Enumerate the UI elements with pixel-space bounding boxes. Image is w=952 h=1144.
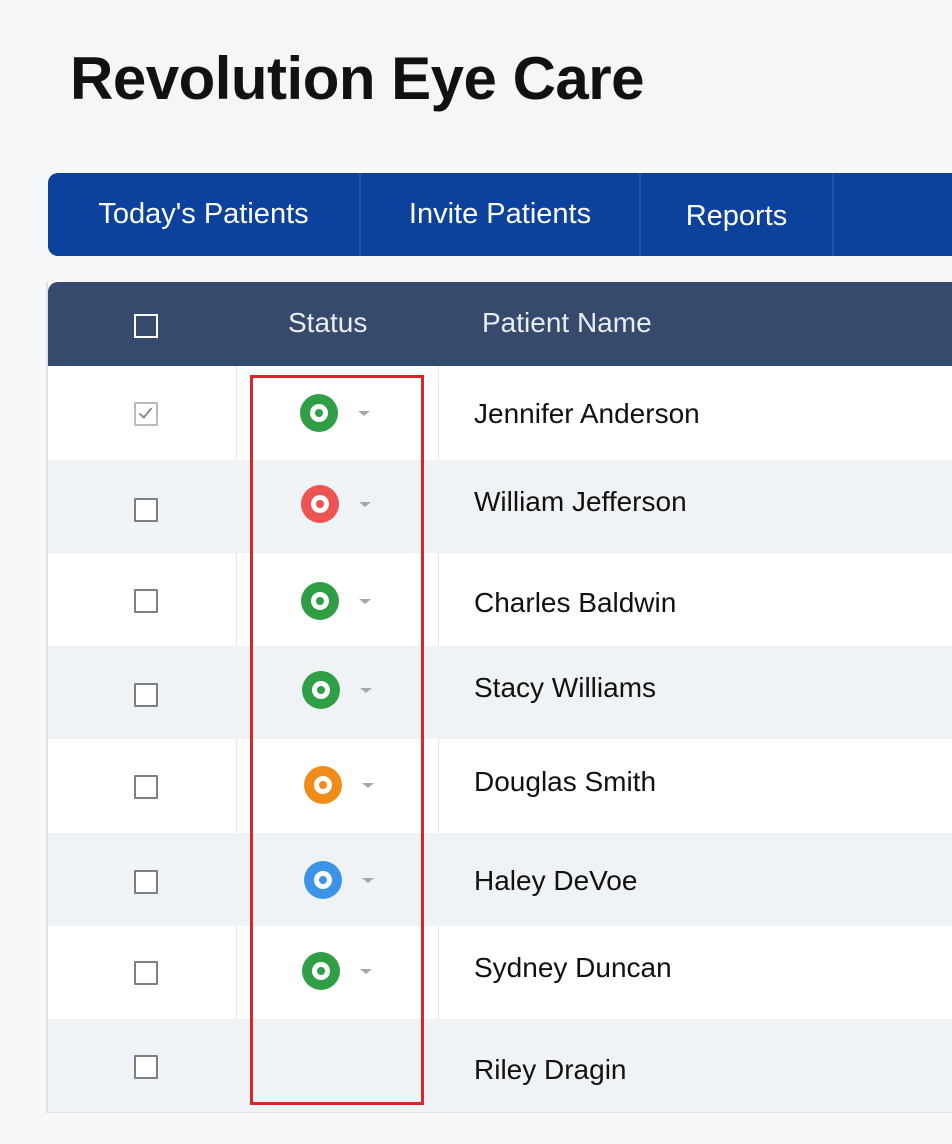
tab-todays-patients[interactable]: Today's Patients xyxy=(48,173,361,256)
status-green-icon[interactable] xyxy=(300,394,338,432)
nav-bar: Today's Patients Invite Patients Reports xyxy=(48,173,952,256)
table-row[interactable]: Jennifer Anderson xyxy=(48,366,952,459)
page: Revolution Eye Care Today's Patients Inv… xyxy=(0,0,952,1144)
table-row[interactable]: Stacy Williams xyxy=(48,646,952,739)
row-checkbox[interactable] xyxy=(134,961,158,985)
patient-name[interactable]: Riley Dragin xyxy=(474,1054,627,1086)
table-row[interactable]: Douglas Smith xyxy=(48,739,952,832)
status-dropdown-caret-icon[interactable] xyxy=(362,783,374,788)
status-blue-icon[interactable] xyxy=(304,861,342,899)
row-checkbox[interactable] xyxy=(134,775,158,799)
select-all-checkbox[interactable] xyxy=(134,314,158,338)
row-checkbox[interactable] xyxy=(134,870,158,894)
status-dropdown-caret-icon[interactable] xyxy=(360,688,372,693)
status-dropdown-caret-icon[interactable] xyxy=(359,502,371,507)
row-checkbox[interactable] xyxy=(134,589,158,613)
row-checkbox[interactable] xyxy=(134,498,158,522)
status-green-icon[interactable] xyxy=(302,952,340,990)
table-row[interactable]: Sydney Duncan xyxy=(48,926,952,1019)
tab-invite-patients[interactable]: Invite Patients xyxy=(361,173,641,256)
check-icon xyxy=(138,404,153,419)
status-red-icon[interactable] xyxy=(301,485,339,523)
patients-table: Status Patient Name Jennifer Anderson Wil… xyxy=(46,282,952,1113)
patient-name[interactable]: Jennifer Anderson xyxy=(474,398,700,430)
table-row[interactable]: William Jefferson xyxy=(48,460,952,553)
patient-name[interactable]: Sydney Duncan xyxy=(474,952,672,984)
patient-name-column-header[interactable]: Patient Name xyxy=(482,307,652,339)
row-checkbox[interactable] xyxy=(134,1055,158,1079)
status-green-icon[interactable] xyxy=(301,582,339,620)
patient-name[interactable]: Douglas Smith xyxy=(474,766,656,798)
status-dropdown-caret-icon[interactable] xyxy=(362,878,374,883)
status-green-icon[interactable] xyxy=(302,671,340,709)
status-column-header[interactable]: Status xyxy=(288,307,367,339)
tab-reports[interactable]: Reports xyxy=(641,173,834,256)
patient-name[interactable]: William Jefferson xyxy=(474,486,687,518)
table-header: Status Patient Name xyxy=(48,282,952,366)
app-title: Revolution Eye Care xyxy=(70,45,645,112)
row-checkbox[interactable] xyxy=(134,402,158,426)
status-orange-icon[interactable] xyxy=(304,766,342,804)
patient-name[interactable]: Charles Baldwin xyxy=(474,587,676,619)
patient-name[interactable]: Stacy Williams xyxy=(474,672,656,704)
status-dropdown-caret-icon[interactable] xyxy=(358,411,370,416)
status-dropdown-caret-icon[interactable] xyxy=(359,599,371,604)
status-dropdown-caret-icon[interactable] xyxy=(360,969,372,974)
patient-name[interactable]: Haley DeVoe xyxy=(474,865,637,897)
table-row[interactable]: Haley DeVoe xyxy=(48,833,952,926)
table-row[interactable]: Charles Baldwin xyxy=(48,553,952,646)
row-checkbox[interactable] xyxy=(134,683,158,707)
table-row[interactable]: Riley Dragin xyxy=(48,1019,952,1112)
